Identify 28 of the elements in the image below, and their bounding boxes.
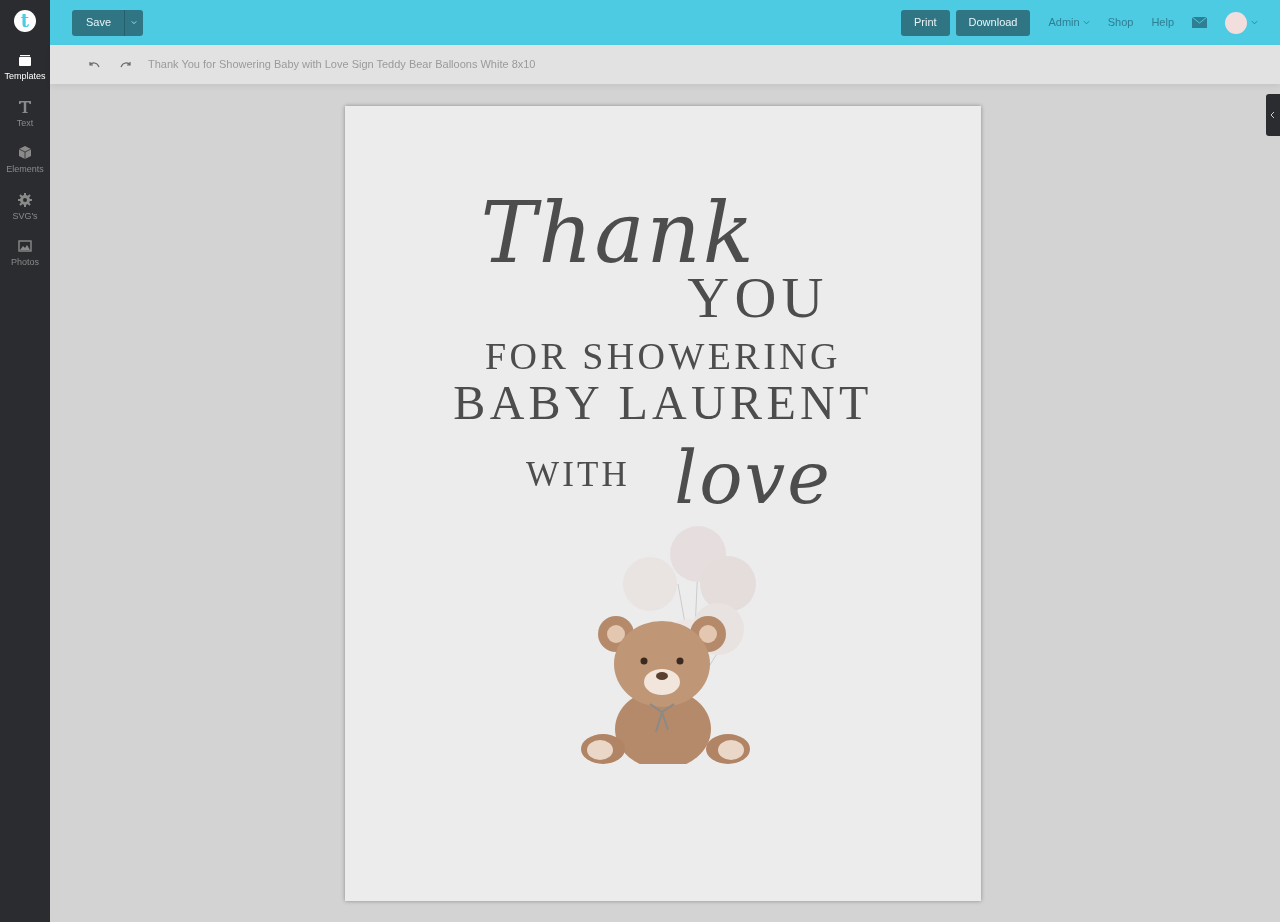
heading-text: WITH	[526, 457, 630, 492]
nav-link[interactable]: Admin	[1048, 14, 1090, 31]
mail-icon[interactable]	[1192, 17, 1207, 28]
print-button[interactable]: Print	[900, 9, 950, 36]
chevron-icon	[1270, 111, 1276, 119]
image-icon	[17, 238, 33, 254]
sidebar-item[interactable]: Elements	[0, 139, 50, 183]
nav-link[interactable]: Help	[1151, 14, 1174, 31]
letter-icon	[17, 98, 33, 115]
sidebar-item[interactable]: Photos	[0, 232, 50, 276]
sidebar-item[interactable]: Templates	[0, 46, 50, 90]
sidebar-item[interactable]: SVG's	[0, 185, 50, 229]
download-button[interactable]: Download	[955, 9, 1031, 36]
caret-icon	[131, 20, 138, 25]
gear-icon	[17, 191, 33, 208]
sidebar-item[interactable]: Text	[0, 92, 50, 136]
document-title: Thank You for Showering Baby with Love Sign Teddy Bear Balloons White 8x10	[148, 57, 536, 73]
undo-icon	[88, 61, 100, 68]
nav-link[interactable]: Shop	[1107, 14, 1134, 31]
heading-text: BABY LAURENT	[453, 379, 873, 427]
panel-toggle[interactable]	[1266, 94, 1280, 136]
avatar-circle[interactable]	[1225, 11, 1247, 34]
cube-icon	[17, 145, 33, 161]
script-text: love	[674, 442, 832, 514]
redo-icon	[119, 61, 131, 68]
caret-icon[interactable]	[1251, 20, 1258, 25]
folder-icon	[17, 52, 33, 68]
heading-text: FOR SHOWERING	[485, 337, 841, 375]
